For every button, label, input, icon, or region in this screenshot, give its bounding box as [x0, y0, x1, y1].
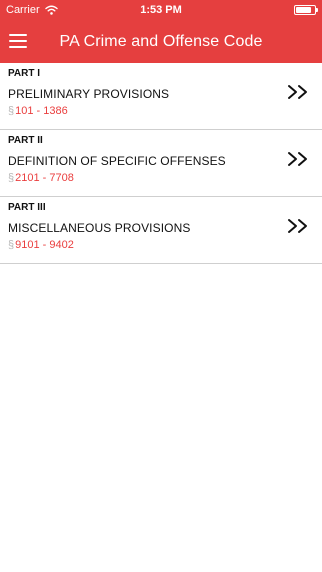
part-label: PART I	[8, 68, 41, 79]
section-symbol: §	[8, 172, 15, 184]
part-range: §2101 - 7708	[8, 172, 74, 184]
battery-icon	[294, 5, 318, 15]
double-chevron-right-icon[interactable]	[286, 217, 310, 235]
part-row-2[interactable]: PART II DEFINITION OF SPECIFIC OFFENSES …	[0, 130, 322, 197]
status-time: 1:53 PM	[140, 4, 182, 16]
part-title: DEFINITION OF SPECIFIC OFFENSES	[8, 154, 226, 168]
part-row-1[interactable]: PART I PRELIMINARY PROVISIONS §101 - 138…	[0, 63, 322, 130]
range-value: 101 - 1386	[15, 105, 68, 117]
section-symbol: §	[8, 105, 15, 117]
range-value: 2101 - 7708	[15, 172, 74, 184]
part-title: MISCELLANEOUS PROVISIONS	[8, 221, 191, 235]
part-range: §101 - 1386	[8, 105, 68, 117]
double-chevron-right-icon[interactable]	[286, 150, 310, 168]
range-value: 9101 - 9402	[15, 239, 74, 251]
section-symbol: §	[8, 239, 15, 251]
part-row-3[interactable]: PART III MISCELLANEOUS PROVISIONS §9101 …	[0, 197, 322, 264]
part-label: PART III	[8, 202, 46, 213]
part-range: §9101 - 9402	[8, 239, 74, 251]
page-title: PA Crime and Offense Code	[59, 33, 263, 50]
part-label: PART II	[8, 135, 43, 146]
battery-fill	[296, 7, 311, 13]
status-bar: Carrier 1:53 PM	[0, 0, 322, 20]
part-title: PRELIMINARY PROVISIONS	[8, 87, 170, 101]
double-chevron-right-icon[interactable]	[286, 83, 310, 101]
app-header: Carrier 1:53 PM PA Crime and Offense Cod…	[0, 0, 322, 63]
navigation-bar: PA Crime and Offense Code	[0, 20, 322, 63]
parts-list: PART I PRELIMINARY PROVISIONS §101 - 138…	[0, 63, 322, 264]
